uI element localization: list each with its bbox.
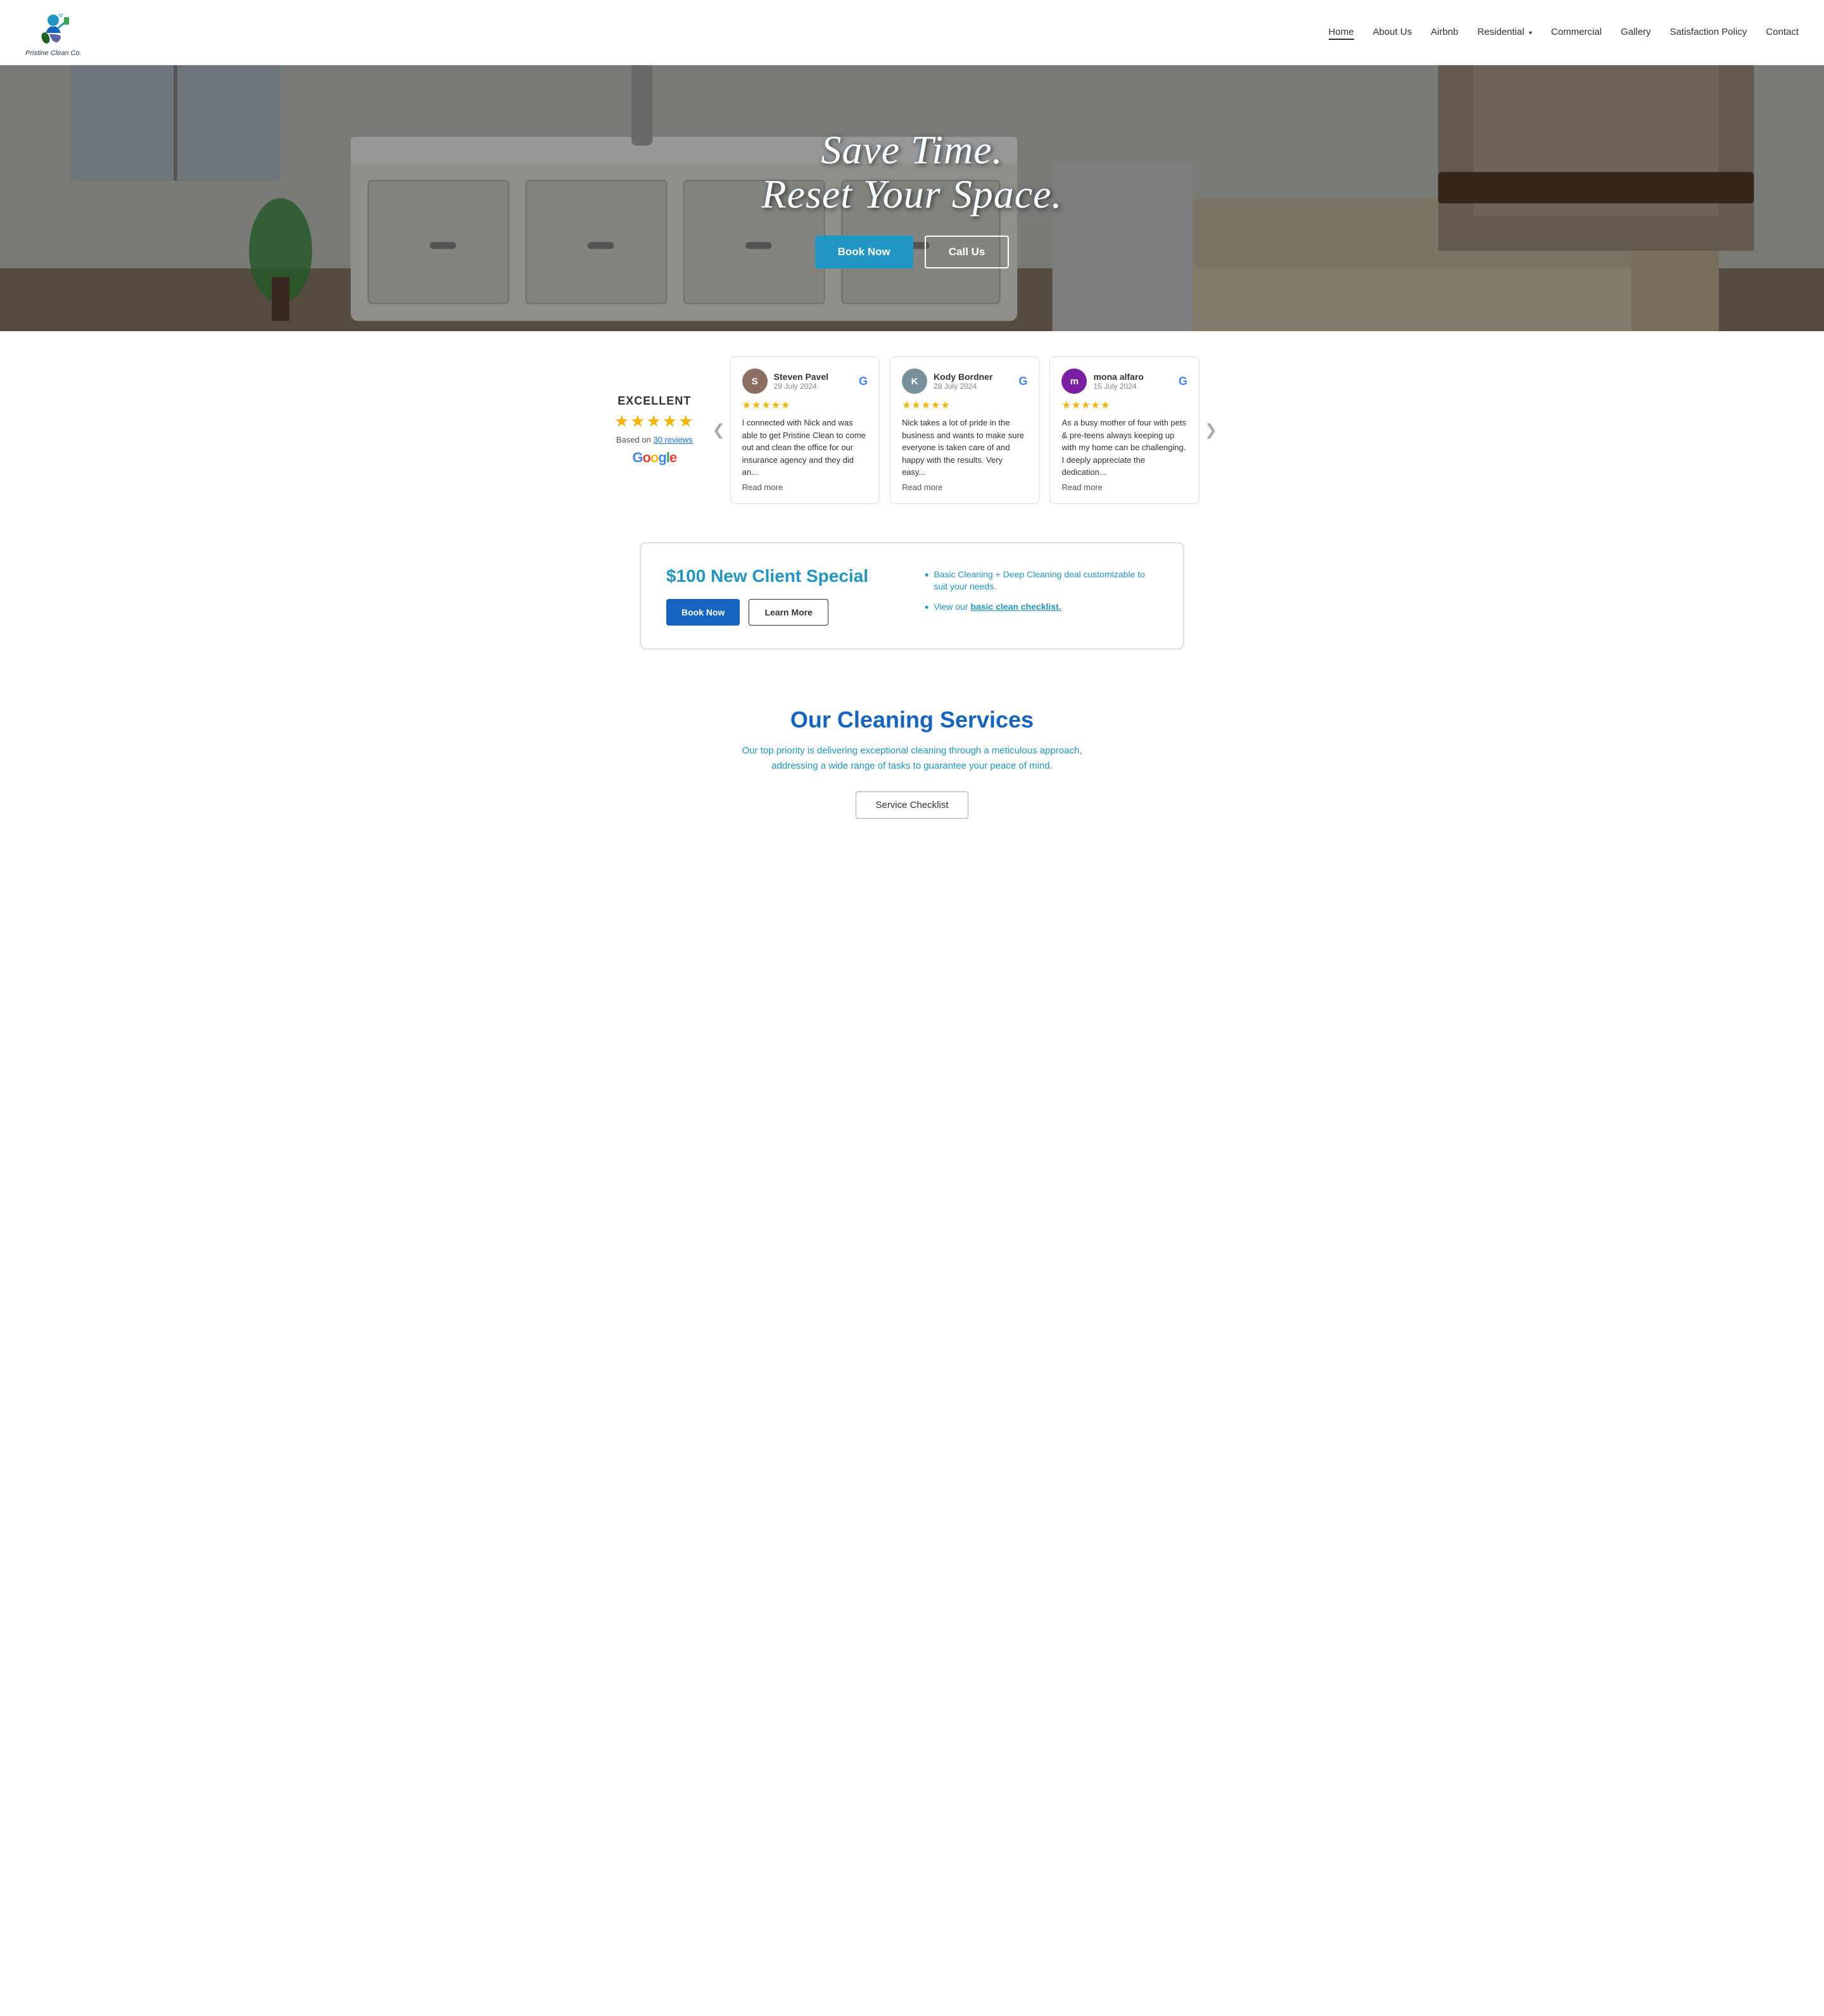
review-card-header: m mona alfaro 15 July 2024 G	[1061, 369, 1187, 394]
nav-link-home[interactable]: Home	[1329, 27, 1354, 40]
hero-buttons: Book Now Call Us	[761, 236, 1062, 268]
nav-link-gallery[interactable]: Gallery	[1621, 27, 1651, 37]
review-cards: S Steven Pavel 29 July 2024 G ★★★★★ I co…	[730, 356, 1200, 504]
review-count-link[interactable]: 30 reviews	[653, 435, 692, 444]
review-stars: ★★★★★	[742, 399, 868, 412]
reviewer-details: Kody Bordner 28 July 2024	[934, 372, 992, 391]
reviews-rating-label: EXCELLENT	[618, 394, 691, 408]
nav-link-commercial[interactable]: Commercial	[1551, 27, 1602, 37]
logo[interactable]: Pristine Clean Co.	[25, 8, 82, 57]
logo-icon	[33, 8, 73, 48]
review-text: As a busy mother of four with pets & pre…	[1061, 417, 1187, 479]
promo-bullet-2: • View our basic clean checklist.	[925, 601, 1158, 614]
nav-item-airbnb[interactable]: Airbnb	[1431, 27, 1458, 38]
google-logo: Google	[632, 450, 676, 466]
reviewer-avatar: m	[1061, 369, 1087, 394]
promo-right: • Basic Cleaning + Deep Cleaning deal cu…	[925, 566, 1158, 621]
read-more-link[interactable]: Read more	[1061, 482, 1187, 492]
promo-left: $100 New Client Special Book Now Learn M…	[666, 566, 899, 626]
bullet-icon: •	[925, 569, 928, 581]
review-card-header: S Steven Pavel 29 July 2024 G	[742, 369, 868, 394]
navbar: Pristine Clean Co. Home About Us Airbnb …	[0, 0, 1824, 65]
reviewer-date: 15 July 2024	[1093, 382, 1143, 391]
nav-item-residential[interactable]: Residential ▾	[1478, 27, 1532, 38]
review-text: Nick takes a lot of pride in the busines…	[902, 417, 1027, 479]
nav-link-residential[interactable]: Residential ▾	[1478, 27, 1532, 37]
reviews-section: EXCELLENT ★★★★★ Based on 30 reviews Goog…	[583, 331, 1241, 529]
hero-title: Save Time. Reset Your Space.	[761, 128, 1062, 217]
reviewer-avatar: S	[742, 369, 768, 394]
reviewer-avatar: K	[902, 369, 927, 394]
reviewer-name: mona alfaro	[1093, 372, 1143, 382]
reviewer-info: K Kody Bordner 28 July 2024	[902, 369, 992, 394]
review-stars: ★★★★★	[1061, 399, 1187, 412]
carousel-prev-button[interactable]: ❮	[707, 421, 730, 439]
nav-item-contact[interactable]: Contact	[1766, 27, 1799, 38]
google-icon: G	[859, 375, 868, 388]
promo-bullet-1: • Basic Cleaning + Deep Cleaning deal cu…	[925, 569, 1158, 593]
read-more-link[interactable]: Read more	[902, 482, 1027, 492]
review-card-header: K Kody Bordner 28 July 2024 G	[902, 369, 1027, 394]
promo-title: $100 New Client Special	[666, 566, 899, 586]
review-card: S Steven Pavel 29 July 2024 G ★★★★★ I co…	[730, 356, 880, 504]
reviews-stars: ★★★★★	[614, 412, 695, 431]
review-card: K Kody Bordner 28 July 2024 G ★★★★★ Nick…	[890, 356, 1039, 504]
nav-item-satisfaction[interactable]: Satisfaction Policy	[1670, 27, 1747, 38]
reviewer-name: Steven Pavel	[774, 372, 828, 382]
nav-link-satisfaction[interactable]: Satisfaction Policy	[1670, 27, 1747, 37]
reviews-based-on: Based on 30 reviews	[616, 435, 693, 444]
promo-bullet-text-2: View our basic clean checklist.	[934, 601, 1061, 614]
nav-item-home[interactable]: Home	[1329, 27, 1354, 38]
promo-book-now-button[interactable]: Book Now	[666, 599, 740, 626]
promo-section: $100 New Client Special Book Now Learn M…	[640, 542, 1184, 650]
reviews-carousel: ❮ S Steven Pavel 29 July 2024 G	[707, 356, 1222, 504]
promo-buttons: Book Now Learn More	[666, 599, 899, 626]
reviewer-details: Steven Pavel 29 July 2024	[774, 372, 828, 391]
service-checklist-button[interactable]: Service Checklist	[856, 791, 968, 819]
review-stars: ★★★★★	[902, 399, 1027, 412]
nav-link-contact[interactable]: Contact	[1766, 27, 1799, 37]
checklist-link[interactable]: basic clean checklist.	[970, 602, 1061, 612]
services-title: Our Cleaning Services	[13, 707, 1811, 733]
review-card: m mona alfaro 15 July 2024 G ★★★★★ As a …	[1049, 356, 1199, 504]
nav-links: Home About Us Airbnb Residential ▾ Comme…	[1329, 27, 1799, 38]
promo-learn-more-button[interactable]: Learn More	[749, 599, 828, 626]
promo-bullet-text-1: Basic Cleaning + Deep Cleaning deal cust…	[934, 569, 1158, 593]
reviewer-info: m mona alfaro 15 July 2024	[1061, 369, 1143, 394]
reviewer-name: Kody Bordner	[934, 372, 992, 382]
promo-wrapper: $100 New Client Special Book Now Learn M…	[0, 542, 1824, 650]
carousel-next-button[interactable]: ❯	[1200, 421, 1222, 439]
google-icon: G	[1179, 375, 1188, 388]
hero-book-now-button[interactable]: Book Now	[815, 236, 913, 268]
reviewer-details: mona alfaro 15 July 2024	[1093, 372, 1143, 391]
reviews-summary: EXCELLENT ★★★★★ Based on 30 reviews Goog…	[602, 356, 707, 504]
google-icon: G	[1018, 375, 1027, 388]
read-more-link[interactable]: Read more	[742, 482, 868, 492]
hero-section: Save Time. Reset Your Space. Book Now Ca…	[0, 65, 1824, 331]
nav-item-gallery[interactable]: Gallery	[1621, 27, 1651, 38]
hero-content: Save Time. Reset Your Space. Book Now Ca…	[761, 128, 1062, 269]
nav-link-about[interactable]: About Us	[1373, 27, 1412, 37]
hero-call-us-button[interactable]: Call Us	[925, 236, 1010, 268]
logo-text: Pristine Clean Co.	[25, 49, 82, 57]
services-section: Our Cleaning Services Our top priority i…	[0, 675, 1824, 850]
chevron-down-icon: ▾	[1529, 30, 1532, 37]
reviewer-date: 29 July 2024	[774, 382, 828, 391]
nav-item-about[interactable]: About Us	[1373, 27, 1412, 38]
services-subtitle: Our top priority is delivering exception…	[722, 743, 1102, 774]
nav-link-airbnb[interactable]: Airbnb	[1431, 27, 1458, 37]
reviewer-date: 28 July 2024	[934, 382, 992, 391]
reviewer-info: S Steven Pavel 29 July 2024	[742, 369, 828, 394]
bullet-icon: •	[925, 602, 928, 613]
nav-item-commercial[interactable]: Commercial	[1551, 27, 1602, 38]
review-text: I connected with Nick and was able to ge…	[742, 417, 868, 479]
